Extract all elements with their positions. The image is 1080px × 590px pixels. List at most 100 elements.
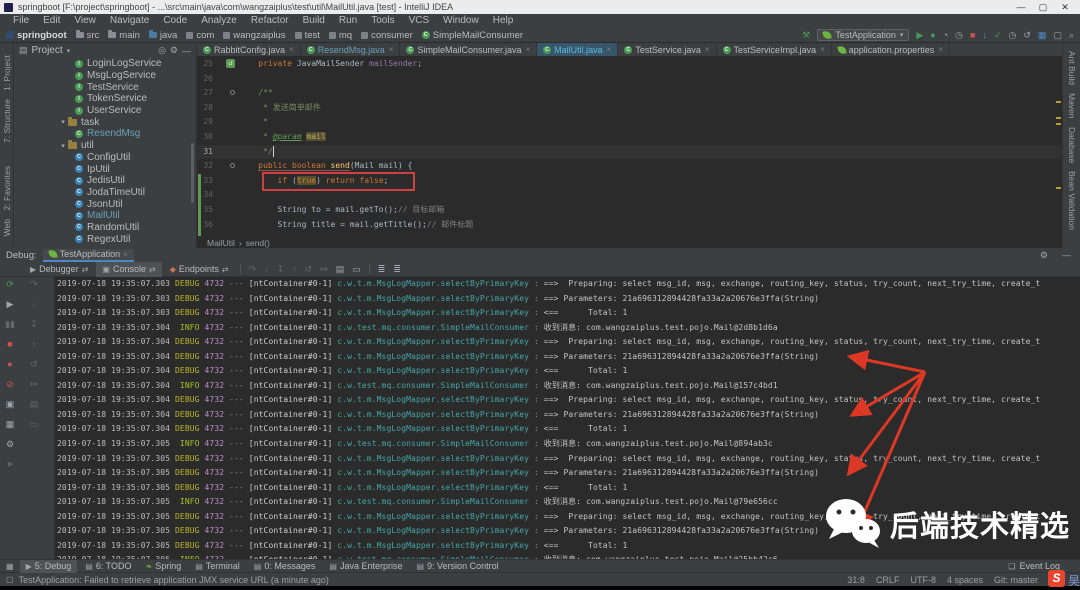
close-icon[interactable]: × — [289, 45, 294, 54]
editor-tab[interactable]: application.properties× — [832, 43, 950, 56]
editor-tab[interactable]: CTestService.java× — [618, 43, 716, 56]
chevron-down-icon[interactable]: ▾ — [67, 47, 71, 55]
line-ending-select[interactable]: CRLF — [876, 575, 900, 585]
close-icon[interactable]: × — [938, 45, 943, 54]
evaluate-icon[interactable]: ▤ — [27, 399, 41, 410]
code-line[interactable]: 36 String title = mail.getTitle();// 邮件标… — [197, 218, 1062, 233]
menu-item-window[interactable]: Window — [436, 14, 486, 28]
editor-tab[interactable]: CSimpleMailConsumer.java× — [400, 43, 537, 56]
code-line[interactable]: 35 String to = mail.getTo();// 目标邮箱 — [197, 203, 1062, 218]
tree-item[interactable]: CMailUtil — [14, 210, 196, 222]
step-over-icon[interactable]: ↷ — [27, 279, 41, 290]
close-icon[interactable]: × — [820, 45, 825, 54]
tree-item[interactable]: IUserService — [14, 105, 196, 117]
drop-frame-icon[interactable]: ↺ — [302, 264, 316, 275]
run-to-cursor-icon[interactable]: ↦ — [317, 264, 331, 275]
tree-item[interactable]: ITokenService — [14, 93, 196, 105]
tool-window-button[interactable]: 7: Structure — [2, 99, 12, 143]
breadcrumb-item[interactable]: java — [149, 30, 177, 41]
project-panel-title[interactable]: Project — [32, 45, 63, 56]
force-step-into-icon[interactable]: ↧ — [274, 264, 288, 275]
step-into-icon[interactable]: ↓ — [27, 299, 41, 309]
tool-window-button[interactable]: Database — [1067, 127, 1077, 163]
editor-tab[interactable]: CResendMsg.java× — [301, 43, 401, 56]
status-icon[interactable]: ▢ — [6, 575, 14, 584]
tree-item[interactable]: ▾task — [14, 116, 196, 128]
settings-icon[interactable]: ⚙ — [3, 439, 17, 450]
tree-item[interactable]: ILoginLogService — [14, 58, 196, 70]
fold-icon[interactable] — [230, 90, 235, 95]
debug-icon[interactable]: ● — [930, 29, 935, 42]
profiler-icon[interactable]: ◷ — [955, 29, 963, 42]
menu-item-tools[interactable]: Tools — [364, 14, 401, 28]
tree-item[interactable]: CResendMsg — [14, 128, 196, 140]
menu-item-refactor[interactable]: Refactor — [244, 14, 296, 28]
debug-tab-console[interactable]: ▣Console⇄ — [96, 262, 161, 277]
tool-window-button[interactable]: Maven — [1067, 93, 1077, 119]
vcs-update-icon[interactable]: ↓ — [982, 29, 987, 42]
build-icon[interactable]: ⚒ — [802, 29, 810, 42]
code-line[interactable]: 27 /** — [197, 86, 1062, 101]
tool-window-button-terminal[interactable]: ▤Terminal — [189, 560, 246, 573]
pause-icon[interactable]: ▮▮ — [3, 319, 17, 330]
code-line[interactable]: 26 — [197, 72, 1062, 87]
editor-breadcrumb-item[interactable]: send() — [246, 238, 270, 248]
hide-panel-icon[interactable]: — — [1059, 250, 1074, 261]
tool-window-button-0-messages[interactable]: ▤0: Messages — [248, 560, 322, 573]
rollback-icon[interactable]: ↺ — [1023, 29, 1031, 42]
tree-item[interactable]: ITestService — [14, 81, 196, 93]
breadcrumb-item[interactable]: com — [186, 30, 214, 41]
tree-item[interactable]: CJodaTimeUtil — [14, 187, 196, 199]
breadcrumb-item[interactable]: src — [76, 30, 100, 41]
code-line[interactable]: 29 * — [197, 115, 1062, 130]
code-area[interactable]: 25↺ private JavaMailSender mailSender;26… — [197, 57, 1062, 237]
step-over-icon[interactable]: ↷ — [246, 264, 260, 275]
close-icon[interactable]: × — [389, 45, 394, 54]
tree-item[interactable]: CIpUtil — [14, 163, 196, 175]
tool-window-button-9-version-control[interactable]: ▤9: Version Control — [410, 560, 504, 573]
breadcrumb-item[interactable]: springboot — [6, 30, 67, 41]
debug-tab-debugger[interactable]: ▶Debugger⇄ — [24, 262, 94, 277]
run-icon[interactable]: ▶ — [916, 29, 923, 42]
history-icon[interactable]: ◷ — [1009, 29, 1017, 42]
camera-icon[interactable]: ▣ — [3, 399, 17, 410]
stop-icon[interactable]: ■ — [3, 339, 17, 349]
breadcrumb-item[interactable]: CSimpleMailConsumer — [422, 30, 523, 41]
window-menu-icon[interactable]: ▦ — [6, 562, 14, 571]
breadcrumb-item[interactable]: mq — [329, 30, 352, 41]
menu-item-view[interactable]: View — [67, 14, 103, 28]
error-stripe-mark[interactable] — [1056, 101, 1061, 103]
tree-item[interactable]: CRegexUtil — [14, 233, 196, 245]
clear-icon[interactable]: ▭ — [27, 419, 41, 430]
editor-tab[interactable]: CTestServiceImpl.java× — [717, 43, 832, 56]
code-line[interactable]: 25↺ private JavaMailSender mailSender; — [197, 57, 1062, 72]
error-stripe-mark[interactable] — [1056, 117, 1061, 119]
mute-breakpoints-icon[interactable]: ⊘ — [3, 379, 17, 390]
step-out-icon[interactable]: ↑ — [289, 264, 300, 274]
close-icon[interactable]: × — [123, 250, 128, 259]
layout-icon[interactable]: ▦ — [3, 419, 17, 430]
tree-item[interactable]: IMsgLogService — [14, 70, 196, 82]
tool-window-button-6-todo[interactable]: ▤6: TODO — [79, 560, 137, 573]
code-line[interactable]: 30 * @param mail — [197, 130, 1062, 145]
gear-icon[interactable]: ⚙ — [170, 45, 178, 56]
breadcrumb-item[interactable]: main — [108, 30, 140, 41]
breakpoints-icon[interactable]: ● — [3, 359, 17, 369]
menu-item-navigate[interactable]: Navigate — [103, 14, 156, 28]
menu-item-build[interactable]: Build — [296, 14, 332, 28]
editor-tab[interactable]: CRabbitConfig.java× — [197, 43, 301, 56]
menu-item-analyze[interactable]: Analyze — [194, 14, 244, 28]
breadcrumb-item[interactable]: consumer — [361, 30, 413, 41]
vcs-commit-icon[interactable]: ✓ — [994, 29, 1002, 42]
tool-window-button-spring[interactable]: ❧Spring — [140, 560, 188, 573]
menu-item-file[interactable]: File — [6, 14, 36, 28]
project-scrollbar[interactable] — [191, 143, 194, 203]
stop-icon[interactable]: ■ — [970, 29, 975, 42]
pin-icon[interactable]: ➤ — [3, 459, 17, 470]
force-step-into-icon[interactable]: ↧ — [27, 319, 41, 330]
locate-icon[interactable]: ◎ — [158, 45, 166, 56]
list-icon[interactable]: ≣ — [375, 264, 389, 275]
close-icon[interactable]: ✕ — [1054, 0, 1076, 14]
rerun-icon[interactable]: ⟳ — [3, 279, 17, 290]
editor-breadcrumb-item[interactable]: MailUtil — [207, 238, 235, 248]
